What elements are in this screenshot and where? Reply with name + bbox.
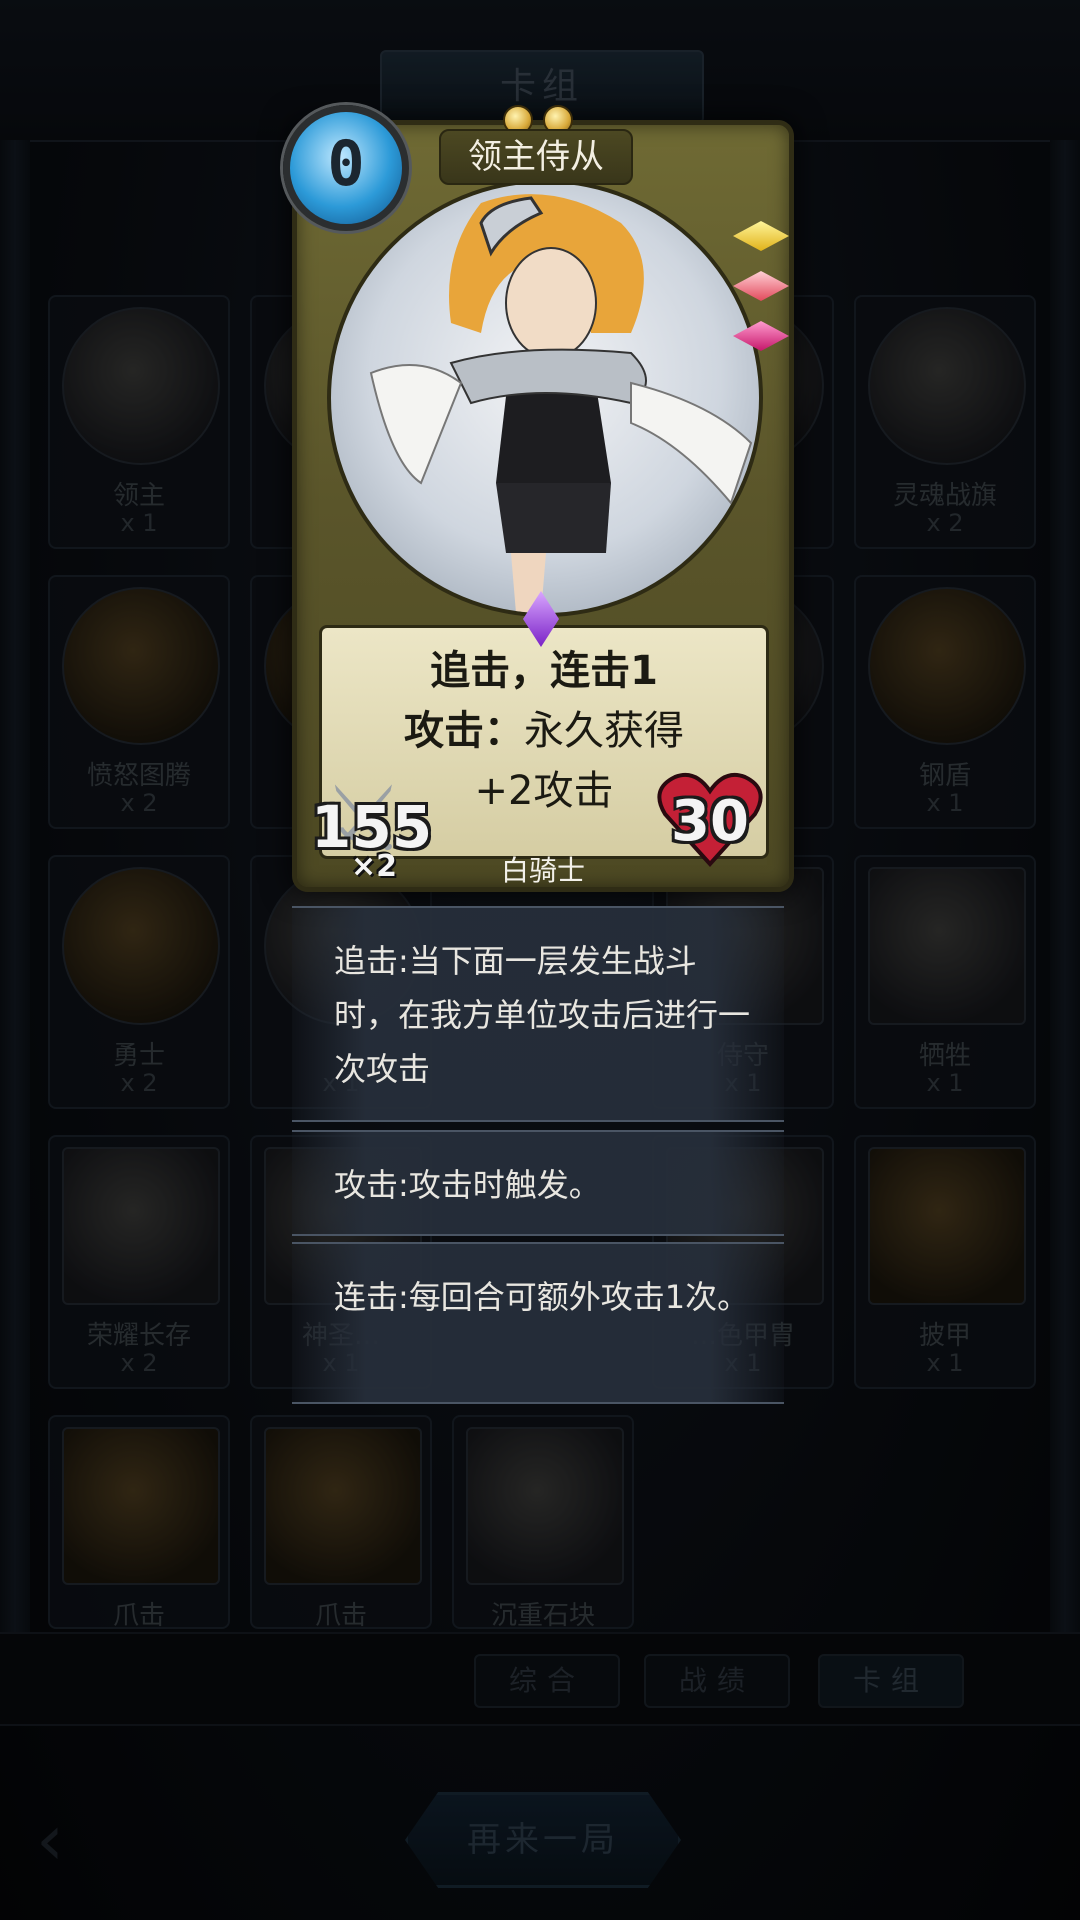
card-name: 领主侍从 <box>439 129 633 185</box>
keyword-description: 连击:每回合可额外攻击1次。 <box>334 1278 750 1316</box>
ability-keywords: 追击，连击1 <box>430 648 658 694</box>
keyword-panel: 连击:每回合可额外攻击1次。 <box>292 1242 784 1404</box>
keyword-panel: 追击:当下面一层发生战斗时，在我方单位攻击后进行一次攻击 <box>292 906 784 1122</box>
ability-effect: 永久获得 <box>524 708 684 754</box>
card-art-illustration <box>369 194 753 613</box>
cost-orb: 0 <box>283 105 409 231</box>
health-value: 30 <box>671 789 749 854</box>
card-detail: 0 领主侍从 追击，连击1 攻击：永久获得 +2攻击 ⚔ 155 ×2 30 白… <box>283 105 794 892</box>
keyword-description: 追击:当下面一层发生战斗时，在我方单位攻击后进行一次攻击 <box>334 942 751 1088</box>
ability-trigger: 攻击： <box>404 708 524 754</box>
card-faction: 白骑士 <box>500 854 585 887</box>
ability-trigger-line: 攻击：永久获得 <box>322 698 766 756</box>
keyword-description: 攻击:攻击时触发。 <box>334 1166 601 1204</box>
card-art <box>327 179 763 617</box>
keyword-panel: 攻击:攻击时触发。 <box>292 1130 784 1236</box>
